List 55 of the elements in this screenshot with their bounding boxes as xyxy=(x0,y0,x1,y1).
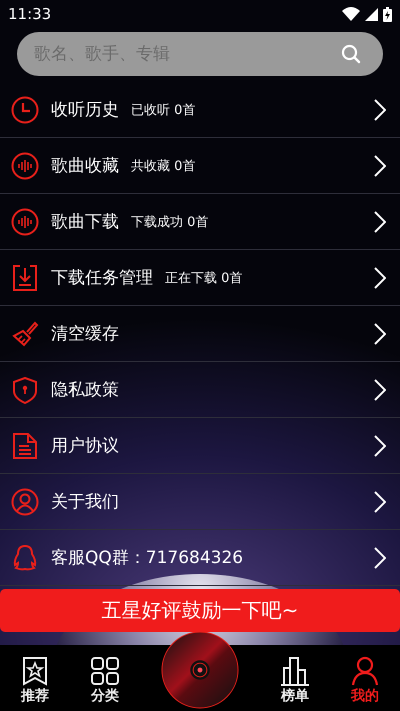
menu-item-title: 收听历史 xyxy=(51,99,119,121)
menu-item[interactable]: 客服QQ群：717684326 xyxy=(0,530,400,586)
grid-icon xyxy=(90,656,120,686)
menu-item[interactable]: 清空缓存 xyxy=(0,306,400,362)
nav-tab[interactable]: 榜单 xyxy=(260,656,330,705)
nav-tab[interactable]: 推荐 xyxy=(0,656,70,705)
chevron-right-icon xyxy=(374,322,386,344)
chevron-right-icon xyxy=(374,154,386,176)
sound-wave-icon xyxy=(11,152,39,180)
chevron-right-icon xyxy=(374,210,386,232)
bookmark-star-icon xyxy=(21,656,49,686)
menu-item-title: 歌曲下载 xyxy=(51,211,119,233)
menu-item-title: 客服QQ群：717684326 xyxy=(51,547,244,569)
chevron-right-icon xyxy=(374,98,386,120)
chevron-right-icon xyxy=(374,378,386,400)
signal-icon xyxy=(365,8,378,20)
user-icon xyxy=(11,488,39,516)
menu-item-count: 已收听 0首 xyxy=(131,102,196,118)
menu-item-count: 下载成功 0首 xyxy=(131,214,208,230)
menu-item-title: 用户协议 xyxy=(51,435,119,457)
menu-item[interactable]: 关于我们 xyxy=(0,474,400,530)
battery-icon xyxy=(383,6,392,22)
vinyl-disc-icon[interactable] xyxy=(161,631,239,709)
clock-icon xyxy=(11,96,39,124)
shield-lock-icon xyxy=(11,376,39,404)
menu-item-count: 共收藏 0首 xyxy=(131,158,196,174)
menu-item-title: 歌曲收藏 xyxy=(51,155,119,177)
brush-icon xyxy=(11,320,39,348)
menu-item-title: 下载任务管理 xyxy=(51,267,153,289)
user-icon xyxy=(351,656,379,686)
search-icon xyxy=(341,44,361,64)
document-icon xyxy=(11,432,39,460)
bar-chart-icon xyxy=(279,656,311,686)
menu-item-count: 正在下载 0首 xyxy=(165,270,242,286)
menu-item[interactable]: 用户协议 xyxy=(0,418,400,474)
menu-item[interactable]: 下载任务管理 正在下载 0首 xyxy=(0,250,400,306)
menu-item[interactable]: 歌曲收藏 共收藏 0首 xyxy=(0,138,400,194)
nav-tab[interactable]: 我的 xyxy=(330,656,400,705)
status-time: 11:33 xyxy=(8,5,52,23)
chevron-right-icon xyxy=(374,434,386,456)
penguin-icon xyxy=(11,544,39,572)
nav-tab[interactable]: 分类 xyxy=(70,656,140,705)
menu-item-title: 清空缓存 xyxy=(51,323,119,345)
menu-item-title: 关于我们 xyxy=(51,491,119,513)
menu-item[interactable]: 收听历史 已收听 0首 xyxy=(0,82,400,138)
menu-item[interactable]: 歌曲下载 下载成功 0首 xyxy=(0,194,400,250)
chevron-right-icon xyxy=(374,546,386,568)
sound-wave-icon xyxy=(11,208,39,236)
download-icon xyxy=(11,264,39,292)
chevron-right-icon xyxy=(374,490,386,512)
menu-item-title: 隐私政策 xyxy=(51,379,119,401)
chevron-right-icon xyxy=(374,266,386,288)
wifi-icon xyxy=(342,7,360,21)
rate-button[interactable]: 五星好评鼓励一下吧~ xyxy=(0,589,400,632)
menu-item[interactable]: 隐私政策 xyxy=(0,362,400,418)
